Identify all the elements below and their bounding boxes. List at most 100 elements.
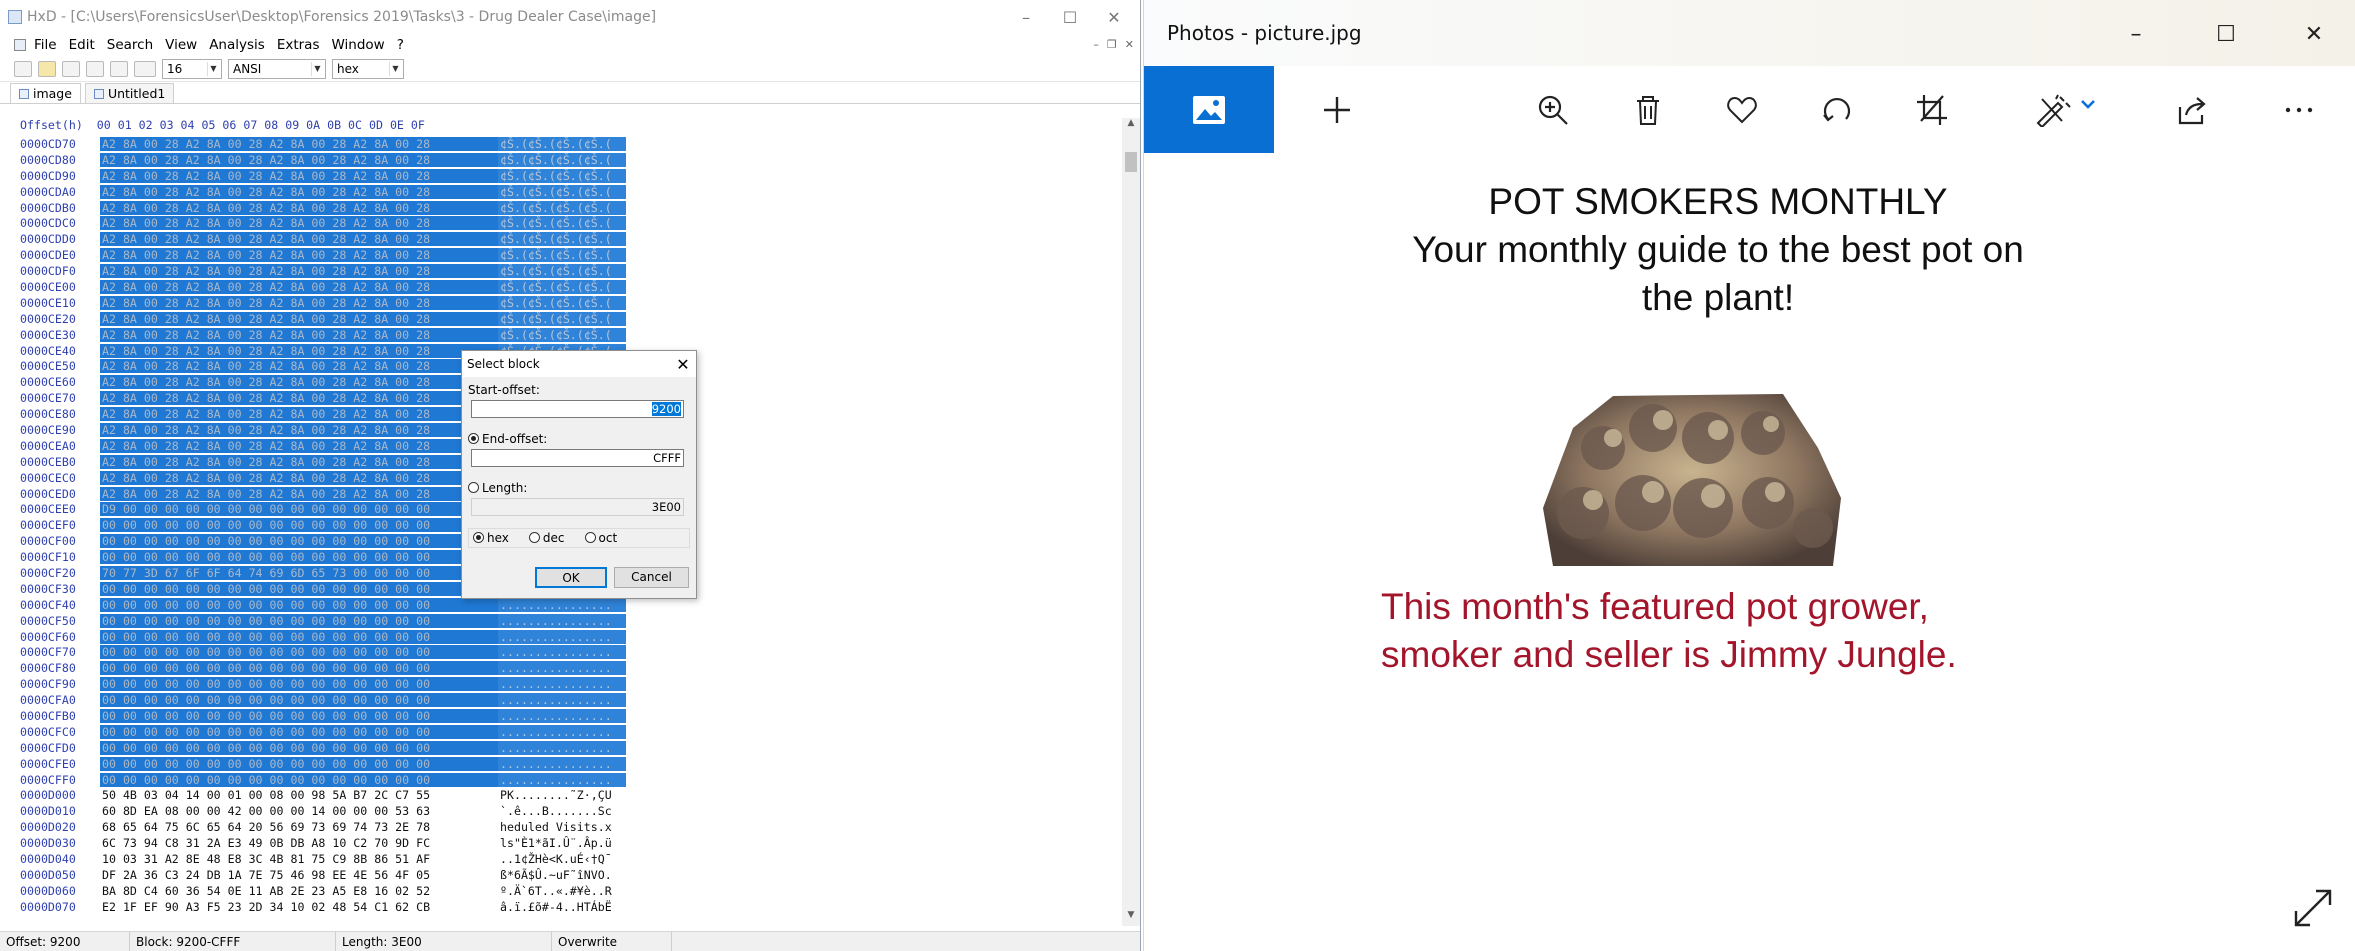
row-ascii-text[interactable]: ls"È1*ãI.Û¨.Âp.ü — [498, 836, 626, 850]
hex-row[interactable]: 0000CDC0 A2 8A 00 28 A2 8A 00 28 A2 8A 00… — [20, 215, 1120, 231]
menu-edit[interactable]: Edit — [69, 37, 95, 53]
row-hex-bytes[interactable]: 00 00 00 00 00 00 00 00 00 00 00 00 00 0… — [100, 756, 498, 771]
dialog-close-icon[interactable]: ✕ — [670, 355, 696, 374]
hex-row[interactable]: 0000CE00 A2 8A 00 28 A2 8A 00 28 A2 8A 00… — [20, 279, 1120, 295]
row-hex-bytes[interactable]: 00 00 00 00 00 00 00 00 00 00 00 00 00 0… — [100, 693, 498, 708]
open-ram-icon[interactable] — [110, 60, 128, 77]
row-hex-bytes[interactable]: A2 8A 00 28 A2 8A 00 28 A2 8A 00 28 A2 8… — [100, 486, 498, 501]
row-hex-bytes[interactable]: 70 77 3D 67 6F 6F 64 74 69 6D 65 73 00 0… — [100, 565, 498, 580]
row-ascii-text[interactable]: ................ — [498, 597, 626, 612]
length-option[interactable]: Length: — [468, 481, 527, 495]
row-hex-bytes[interactable]: A2 8A 00 28 A2 8A 00 28 A2 8A 00 28 A2 8… — [100, 375, 498, 390]
hex-row[interactable]: 0000D070 E2 1F EF 90 A3 F5 23 2D 34 10 02… — [20, 899, 1120, 915]
end-offset-option[interactable]: End-offset: — [468, 432, 547, 446]
row-ascii-text[interactable]: ................ — [498, 629, 626, 644]
zoom-button[interactable] — [1510, 66, 1596, 153]
row-ascii-text[interactable]: ¢Š.(¢Š.(¢Š.(¢Š.( — [498, 279, 626, 294]
row-hex-bytes[interactable]: BA 8D C4 60 36 54 0E 11 AB 2E 23 A5 E8 1… — [100, 884, 498, 898]
tab-untitled1[interactable]: Untitled1 — [84, 83, 175, 103]
maximize-button[interactable]: ☐ — [1047, 0, 1093, 34]
hex-row[interactable]: 0000D020 68 65 64 75 6C 65 64 20 56 69 73… — [20, 819, 1120, 835]
crop-button[interactable] — [1889, 66, 1975, 153]
share-button[interactable] — [2150, 66, 2236, 153]
row-hex-bytes[interactable]: 00 00 00 00 00 00 00 00 00 00 00 00 00 0… — [100, 629, 498, 644]
more-options-button[interactable] — [2256, 66, 2342, 153]
hex-row[interactable]: 0000CDD0 A2 8A 00 28 A2 8A 00 28 A2 8A 00… — [20, 231, 1120, 247]
row-hex-bytes[interactable]: A2 8A 00 28 A2 8A 00 28 A2 8A 00 28 A2 8… — [100, 470, 498, 485]
cancel-button[interactable]: Cancel — [614, 567, 689, 588]
vertical-scrollbar[interactable]: ▲ ▼ — [1122, 118, 1140, 926]
row-ascii-text[interactable]: ................ — [498, 677, 626, 692]
hex-row[interactable]: 0000CE10 A2 8A 00 28 A2 8A 00 28 A2 8A 00… — [20, 295, 1120, 311]
menu-search[interactable]: Search — [107, 37, 153, 53]
bytes-per-row-select[interactable]: 16 ▼ — [162, 58, 222, 79]
row-hex-bytes[interactable]: 00 00 00 00 00 00 00 00 00 00 00 00 00 0… — [100, 724, 498, 739]
row-hex-bytes[interactable]: A2 8A 00 28 A2 8A 00 28 A2 8A 00 28 A2 8… — [100, 168, 498, 183]
row-ascii-text[interactable]: ................ — [498, 740, 626, 755]
favorite-button[interactable] — [1699, 66, 1785, 153]
save-icon[interactable] — [62, 60, 80, 77]
row-ascii-text[interactable]: º.Ä`6T..«.#¥è..R — [498, 884, 626, 898]
end-offset-radio[interactable] — [468, 433, 479, 444]
row-hex-bytes[interactable]: 00 00 00 00 00 00 00 00 00 00 00 00 00 0… — [100, 613, 498, 628]
expand-icon[interactable] — [2292, 887, 2334, 929]
ok-button[interactable]: OK — [535, 567, 607, 588]
dialog-titlebar[interactable]: Select block ✕ — [462, 351, 696, 377]
row-ascii-text[interactable]: ................ — [498, 772, 626, 787]
row-hex-bytes[interactable]: A2 8A 00 28 A2 8A 00 28 A2 8A 00 28 A2 8… — [100, 152, 498, 167]
row-ascii-text[interactable]: â.ï.£õ#-4..HTÁbË — [498, 900, 626, 914]
row-ascii-text[interactable]: ..1¢ŽHè<K.uÉ‹†Q¯ — [498, 852, 626, 866]
row-hex-bytes[interactable]: A2 8A 00 28 A2 8A 00 28 A2 8A 00 28 A2 8… — [100, 343, 498, 358]
row-ascii-text[interactable]: ß*6Ã$Û.~uF˜îNVO. — [498, 868, 626, 882]
row-hex-bytes[interactable]: A2 8A 00 28 A2 8A 00 28 A2 8A 00 28 A2 8… — [100, 327, 498, 342]
hex-row[interactable]: 0000CFB0 00 00 00 00 00 00 00 00 00 00 00… — [20, 708, 1120, 724]
row-hex-bytes[interactable]: A2 8A 00 28 A2 8A 00 28 A2 8A 00 28 A2 8… — [100, 184, 498, 199]
hex-row[interactable]: 0000CF40 00 00 00 00 00 00 00 00 00 00 00… — [20, 597, 1120, 613]
row-hex-bytes[interactable]: 6C 73 94 C8 31 2A E3 49 0B DB A8 10 C2 7… — [100, 836, 498, 850]
row-hex-bytes[interactable]: 50 4B 03 04 14 00 01 00 08 00 98 5A B7 2… — [100, 788, 498, 802]
row-hex-bytes[interactable]: 00 00 00 00 00 00 00 00 00 00 00 00 00 0… — [100, 550, 498, 565]
hex-row[interactable]: 0000CDE0 A2 8A 00 28 A2 8A 00 28 A2 8A 00… — [20, 247, 1120, 263]
minimize-button[interactable]: – — [1003, 0, 1049, 34]
row-hex-bytes[interactable]: 60 8D EA 08 00 00 42 00 00 00 14 00 00 0… — [100, 804, 498, 818]
row-ascii-text[interactable]: ................ — [498, 645, 626, 660]
row-hex-bytes[interactable]: A2 8A 00 28 A2 8A 00 28 A2 8A 00 28 A2 8… — [100, 359, 498, 374]
hex-row[interactable]: 0000CFE0 00 00 00 00 00 00 00 00 00 00 00… — [20, 756, 1120, 772]
photos-maximize-button[interactable]: ☐ — [2195, 12, 2257, 56]
delete-button[interactable] — [1605, 66, 1691, 153]
hex-row[interactable]: 0000CFD0 00 00 00 00 00 00 00 00 00 00 00… — [20, 740, 1120, 756]
hex-row[interactable]: 0000CFA0 00 00 00 00 00 00 00 00 00 00 00… — [20, 692, 1120, 708]
radix-hex[interactable]: hex — [473, 531, 509, 545]
hex-row[interactable]: 0000CDB0 A2 8A 00 28 A2 8A 00 28 A2 8A 00… — [20, 200, 1120, 216]
open-disk-icon[interactable] — [86, 60, 104, 77]
row-hex-bytes[interactable]: 00 00 00 00 00 00 00 00 00 00 00 00 00 0… — [100, 740, 498, 755]
row-ascii-text[interactable]: ................ — [498, 693, 626, 708]
see-all-photos-button[interactable] — [1144, 66, 1274, 153]
radix-oct[interactable]: oct — [584, 531, 617, 545]
menu-help[interactable]: ? — [397, 37, 404, 53]
hex-row[interactable]: 0000CDA0 A2 8A 00 28 A2 8A 00 28 A2 8A 00… — [20, 184, 1120, 200]
charset-select[interactable]: ANSI ▼ — [228, 58, 326, 79]
status-mode[interactable]: Overwrite — [552, 932, 672, 951]
new-file-icon[interactable] — [14, 60, 32, 77]
row-ascii-text[interactable]: ¢Š.(¢Š.(¢Š.(¢Š.( — [498, 248, 626, 263]
hex-row[interactable]: 0000CF50 00 00 00 00 00 00 00 00 00 00 00… — [20, 613, 1120, 629]
row-ascii-text[interactable]: PK........˜Z·,ÇU — [498, 788, 626, 802]
row-hex-bytes[interactable]: 00 00 00 00 00 00 00 00 00 00 00 00 00 0… — [100, 597, 498, 612]
row-hex-bytes[interactable]: 00 00 00 00 00 00 00 00 00 00 00 00 00 0… — [100, 661, 498, 676]
hex-row[interactable]: 0000CFC0 00 00 00 00 00 00 00 00 00 00 00… — [20, 724, 1120, 740]
row-ascii-text[interactable]: ¢Š.(¢Š.(¢Š.(¢Š.( — [498, 200, 626, 215]
display-select[interactable]: hex ▼ — [332, 58, 404, 79]
row-ascii-text[interactable]: ................ — [498, 756, 626, 771]
row-ascii-text[interactable]: ................ — [498, 613, 626, 628]
row-hex-bytes[interactable]: A2 8A 00 28 A2 8A 00 28 A2 8A 00 28 A2 8… — [100, 232, 498, 247]
row-ascii-text[interactable]: ¢Š.(¢Š.(¢Š.(¢Š.( — [498, 232, 626, 247]
hex-row[interactable]: 0000CF80 00 00 00 00 00 00 00 00 00 00 00… — [20, 660, 1120, 676]
menu-file[interactable]: File — [34, 37, 57, 53]
menu-window[interactable]: Window — [331, 37, 384, 53]
row-ascii-text[interactable]: ¢Š.(¢Š.(¢Š.(¢Š.( — [498, 216, 626, 231]
edit-create-button[interactable] — [2010, 66, 2120, 153]
row-ascii-text[interactable]: ................ — [498, 724, 626, 739]
hex-row[interactable]: 0000CD90 A2 8A 00 28 A2 8A 00 28 A2 8A 00… — [20, 168, 1120, 184]
row-hex-bytes[interactable]: A2 8A 00 28 A2 8A 00 28 A2 8A 00 28 A2 8… — [100, 279, 498, 294]
